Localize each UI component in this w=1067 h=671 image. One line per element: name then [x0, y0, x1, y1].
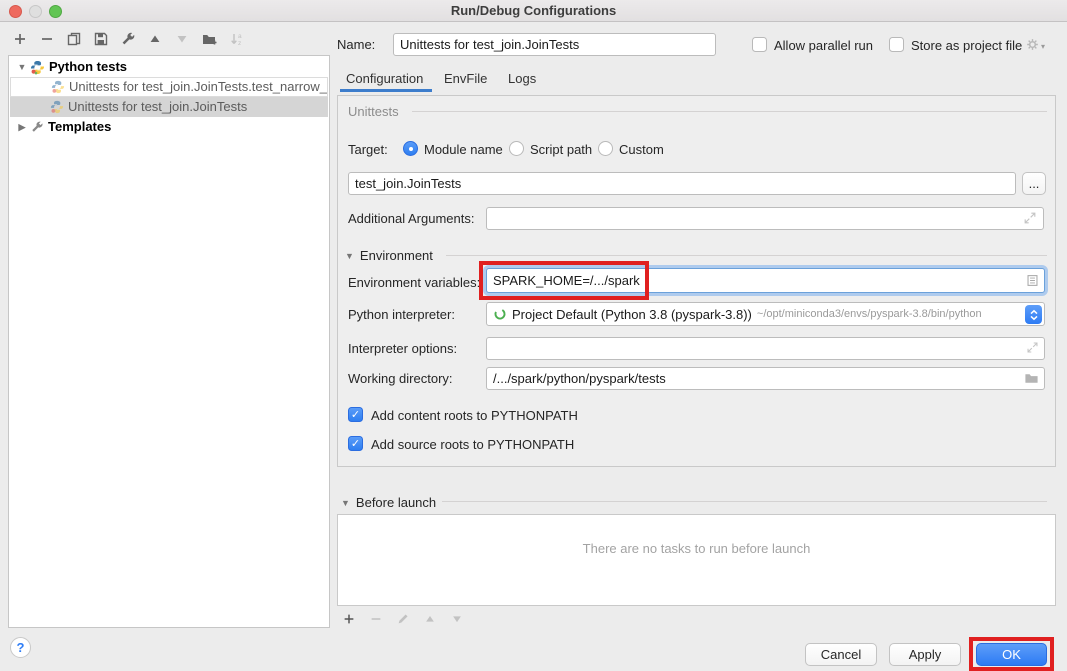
tab-logs[interactable]: Logs [508, 71, 536, 86]
cancel-button[interactable]: Cancel [805, 643, 877, 666]
gear-icon[interactable] [1025, 37, 1040, 52]
python-interpreter-value: Project Default (Python 3.8 (pyspark-3.8… [512, 307, 752, 322]
python-tests-icon [50, 100, 64, 114]
interpreter-options-input[interactable] [486, 337, 1045, 360]
copy-icon[interactable] [66, 31, 82, 47]
add-source-roots-checkbox[interactable]: ✓ [348, 436, 363, 451]
add-icon[interactable] [12, 31, 28, 47]
python-tests-icon [30, 60, 45, 75]
target-label: Target: [348, 142, 388, 157]
tab-configuration[interactable]: Configuration [346, 71, 423, 86]
move-down-icon [450, 612, 464, 626]
select-stepper-icon[interactable] [1025, 305, 1042, 324]
chevron-down-icon[interactable]: ▼ [16, 57, 28, 77]
chevron-down-icon: ▼ [345, 251, 354, 261]
store-as-project-file-label: Store as project file [911, 38, 1022, 53]
environment-group-label: Environment [360, 248, 433, 263]
env-variables-editor-icon[interactable] [1026, 274, 1039, 287]
add-icon[interactable] [342, 612, 356, 626]
python-interpreter-select[interactable]: Project Default (Python 3.8 (pyspark-3.8… [486, 302, 1045, 326]
window-title: Run/Debug Configurations [0, 3, 1067, 18]
chevron-right-icon[interactable]: ▶ [16, 117, 28, 137]
working-directory-input[interactable] [486, 367, 1045, 390]
store-as-project-file-checkbox[interactable] [889, 37, 904, 52]
before-launch-task-list [337, 514, 1056, 606]
allow-parallel-run-checkbox[interactable] [752, 37, 767, 52]
unittests-group-label: Unittests [348, 104, 399, 119]
run-debug-configurations-dialog: Run/Debug Configurations az ▼ Python tes… [0, 0, 1067, 671]
tab-envfile[interactable]: EnvFile [444, 71, 487, 86]
chevron-down-icon: ▼ [341, 498, 350, 508]
name-input[interactable] [393, 33, 716, 56]
active-tab-underline [340, 89, 432, 92]
sort-alphabetically-icon: az [229, 31, 245, 47]
conda-env-icon [493, 307, 507, 321]
before-launch-group-label: Before launch [356, 495, 436, 510]
edit-icon [396, 612, 410, 626]
add-content-roots-checkbox[interactable]: ✓ [348, 407, 363, 422]
tree-item-label: Unittests for test_join.JoinTests.test_n… [69, 77, 327, 97]
apply-button[interactable]: Apply [889, 643, 961, 666]
environment-group-header[interactable]: ▼ Environment [345, 248, 433, 263]
edit-templates-icon[interactable] [120, 31, 136, 47]
allow-parallel-run-label: Allow parallel run [774, 38, 873, 53]
move-down-icon [174, 31, 190, 47]
titlebar: Run/Debug Configurations [0, 0, 1067, 22]
target-custom-label[interactable]: Custom [619, 142, 664, 157]
wrench-icon [30, 120, 44, 134]
target-script-path-label[interactable]: Script path [530, 142, 592, 157]
chevron-down-icon: ▾ [1041, 42, 1045, 51]
browse-button[interactable]: ... [1022, 172, 1046, 195]
python-interpreter-path: ~/opt/miniconda3/envs/pyspark-3.8/bin/py… [757, 308, 982, 320]
folder-icon[interactable] [1024, 371, 1039, 385]
target-script-path-radio[interactable] [509, 141, 524, 156]
annotation-box-ok-button [969, 637, 1054, 671]
name-label: Name: [337, 37, 375, 52]
before-launch-empty-message: There are no tasks to run before launch [337, 541, 1056, 556]
add-content-roots-label[interactable]: Add content roots to PYTHONPATH [371, 408, 578, 423]
python-tests-icon [51, 80, 65, 94]
remove-icon[interactable] [39, 31, 55, 47]
environment-variables-label: Environment variables: [348, 275, 480, 290]
svg-text:z: z [238, 40, 241, 47]
python-interpreter-label: Python interpreter: [348, 307, 455, 322]
target-custom-radio[interactable] [598, 141, 613, 156]
target-module-name-radio[interactable] [403, 141, 418, 156]
target-module-name-label[interactable]: Module name [424, 142, 503, 157]
working-directory-label: Working directory: [348, 371, 453, 386]
additional-arguments-input[interactable] [486, 207, 1044, 230]
tree-item-unittests-test-narrow[interactable]: Unittests for test_join.JoinTests.test_n… [10, 77, 328, 97]
tree-item-label: Templates [48, 117, 111, 137]
move-up-icon[interactable] [147, 31, 163, 47]
tree-item-templates[interactable]: ▶ Templates [10, 117, 328, 137]
remove-icon [369, 612, 383, 626]
configurations-tree: ▼ Python tests Unittests for test_join.J… [8, 55, 330, 628]
help-button[interactable]: ? [10, 637, 31, 658]
configurations-toolbar: az [12, 31, 245, 47]
new-folder-icon[interactable] [201, 31, 218, 47]
tree-item-label: Python tests [49, 57, 127, 77]
module-name-input[interactable] [348, 172, 1016, 195]
interpreter-options-label: Interpreter options: [348, 341, 457, 356]
additional-arguments-label: Additional Arguments: [348, 211, 474, 226]
tree-item-unittests-jointests[interactable]: Unittests for test_join.JoinTests [10, 97, 328, 117]
before-launch-toolbar [342, 612, 464, 626]
expand-field-icon[interactable] [1026, 341, 1039, 354]
move-up-icon [423, 612, 437, 626]
save-icon[interactable] [93, 31, 109, 47]
svg-text:a: a [238, 33, 242, 40]
tree-item-python-tests[interactable]: ▼ Python tests [10, 57, 328, 77]
add-source-roots-label[interactable]: Add source roots to PYTHONPATH [371, 437, 574, 452]
annotation-box-env-variables [479, 261, 649, 300]
tree-item-label: Unittests for test_join.JoinTests [68, 97, 247, 117]
expand-field-icon[interactable] [1023, 211, 1037, 225]
before-launch-group-header[interactable]: ▼ Before launch [341, 495, 436, 510]
